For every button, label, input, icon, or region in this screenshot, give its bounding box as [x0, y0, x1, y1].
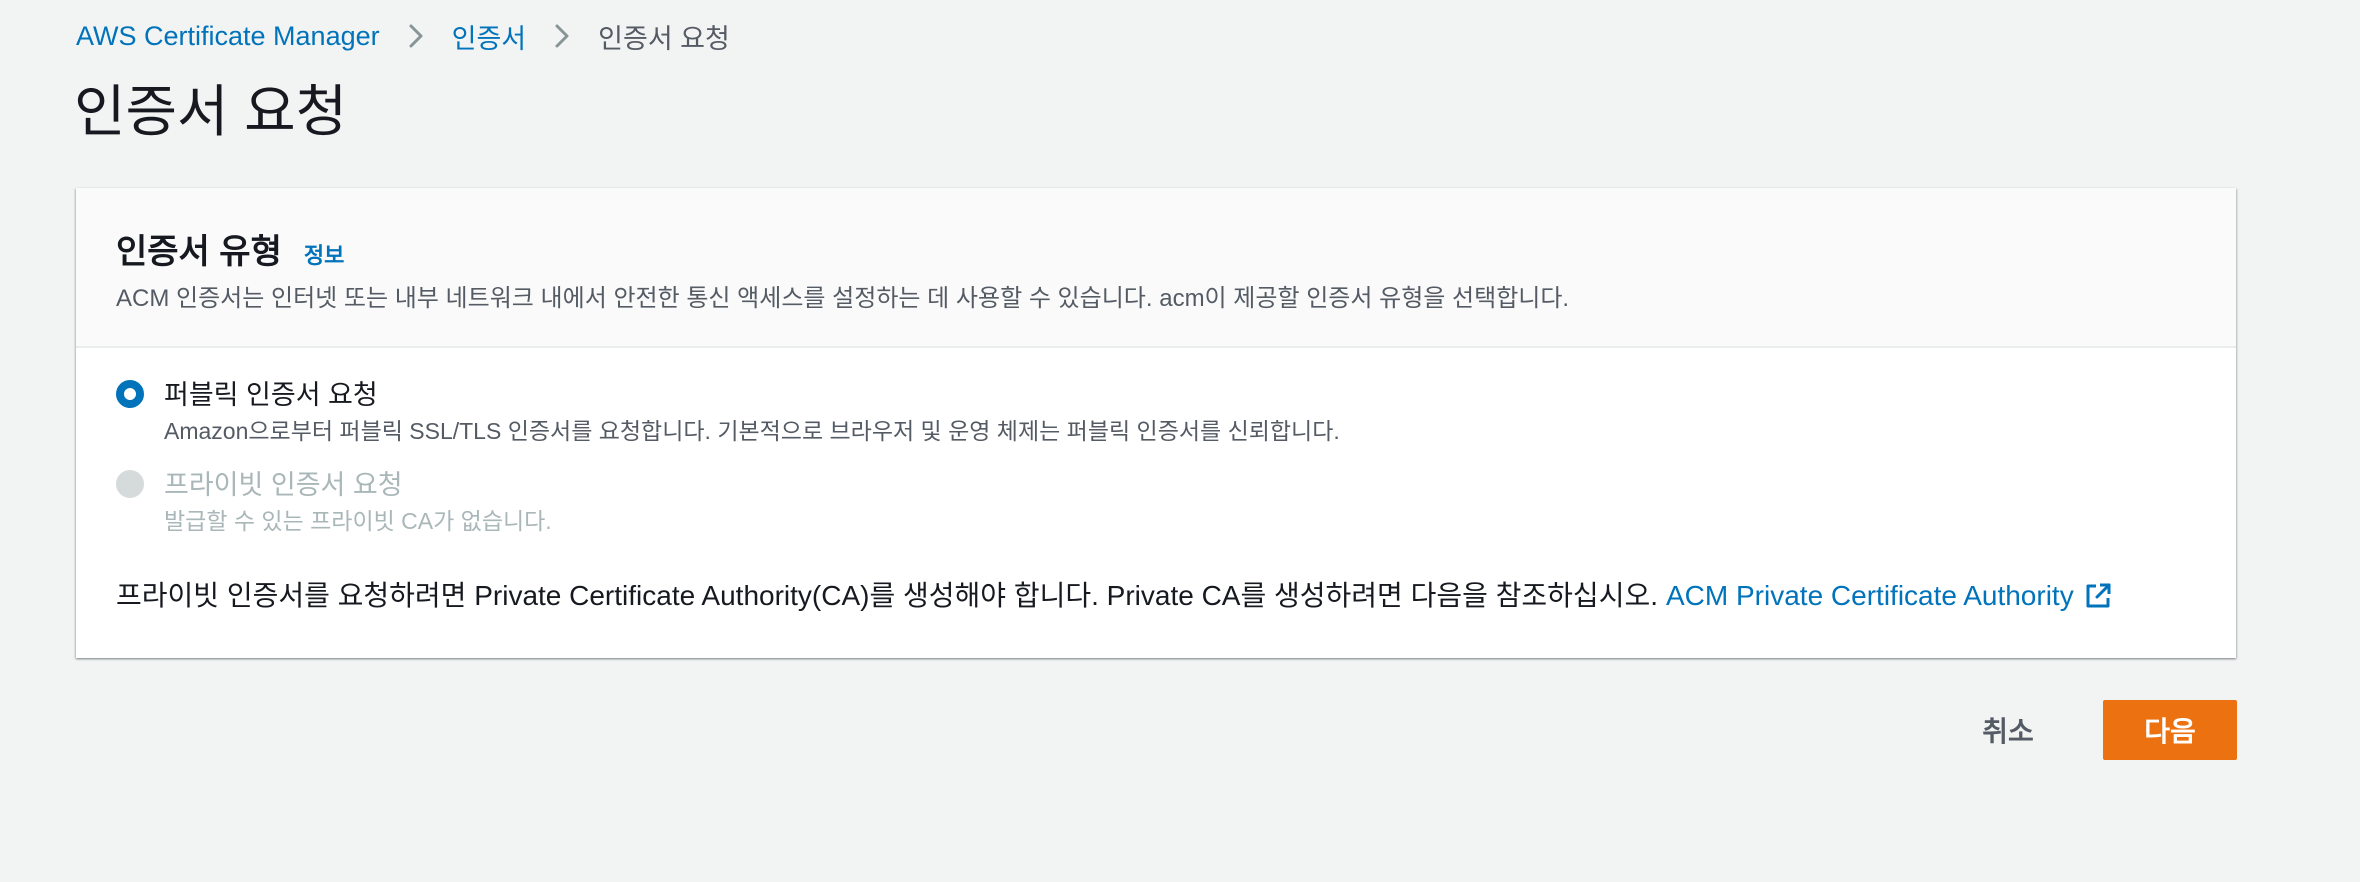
- breadcrumb: AWS Certificate Manager 인증서 인증서 요청: [76, 16, 730, 56]
- panel-title: 인증서 유형: [116, 233, 282, 271]
- radio-option-public[interactable]: 퍼블릭 인증서 요청 Amazon으로부터 퍼블릭 SSL/TLS 인증서를 요…: [116, 378, 1340, 446]
- chevron-right-icon: [380, 16, 452, 56]
- radio-option-private: 프라이빗 인증서 요청 발급할 수 있는 프라이빗 CA가 없습니다.: [116, 468, 552, 536]
- breadcrumb-item-certificates[interactable]: 인증서: [452, 17, 527, 56]
- radio-description-private: 발급할 수 있는 프라이빗 CA가 없습니다.: [164, 508, 552, 534]
- radio-label-public[interactable]: 퍼블릭 인증서 요청: [164, 378, 1340, 412]
- acm-private-ca-link-label[interactable]: ACM Private Certificate Authority: [1666, 578, 2074, 614]
- radio-button-private: [116, 470, 144, 498]
- certificate-type-panel: 인증서 유형 정보 ACM 인증서는 인터넷 또는 내부 네트워크 내에서 안전…: [76, 188, 2236, 658]
- panel-title-row: 인증서 유형 정보: [116, 224, 344, 273]
- next-button[interactable]: 다음: [2103, 700, 2237, 760]
- cancel-button[interactable]: 취소: [1960, 700, 2056, 760]
- info-link[interactable]: 정보: [304, 238, 344, 270]
- chevron-right-icon: [526, 16, 598, 56]
- external-link-icon: [2084, 582, 2112, 610]
- radio-label-private: 프라이빗 인증서 요청: [164, 470, 403, 500]
- private-ca-note-text: 프라이빗 인증서를 요청하려면 Private Certificate Auth…: [116, 580, 1658, 611]
- radio-description-public: Amazon으로부터 퍼블릭 SSL/TLS 인증서를 요청합니다. 기본적으로…: [164, 418, 1340, 444]
- panel-header: 인증서 유형 정보 ACM 인증서는 인터넷 또는 내부 네트워크 내에서 안전…: [76, 188, 2236, 348]
- radio-text-public: 퍼블릭 인증서 요청 Amazon으로부터 퍼블릭 SSL/TLS 인증서를 요…: [164, 378, 1340, 446]
- radio-text-private: 프라이빗 인증서 요청 발급할 수 있는 프라이빗 CA가 없습니다.: [164, 468, 552, 536]
- request-certificate-page: AWS Certificate Manager 인증서 인증서 요청 인증서 요…: [0, 0, 2360, 882]
- private-ca-note: 프라이빗 인증서를 요청하려면 Private Certificate Auth…: [116, 578, 2112, 614]
- page-title: 인증서 요청: [74, 80, 348, 143]
- breadcrumb-item-request: 인증서 요청: [598, 23, 730, 54]
- breadcrumb-item-acm[interactable]: AWS Certificate Manager: [76, 21, 380, 52]
- radio-button-public[interactable]: [116, 380, 144, 408]
- panel-description: ACM 인증서는 인터넷 또는 내부 네트워크 내에서 안전한 통신 액세스를 …: [116, 285, 1570, 312]
- acm-private-ca-link[interactable]: ACM Private Certificate Authority: [1666, 578, 2112, 614]
